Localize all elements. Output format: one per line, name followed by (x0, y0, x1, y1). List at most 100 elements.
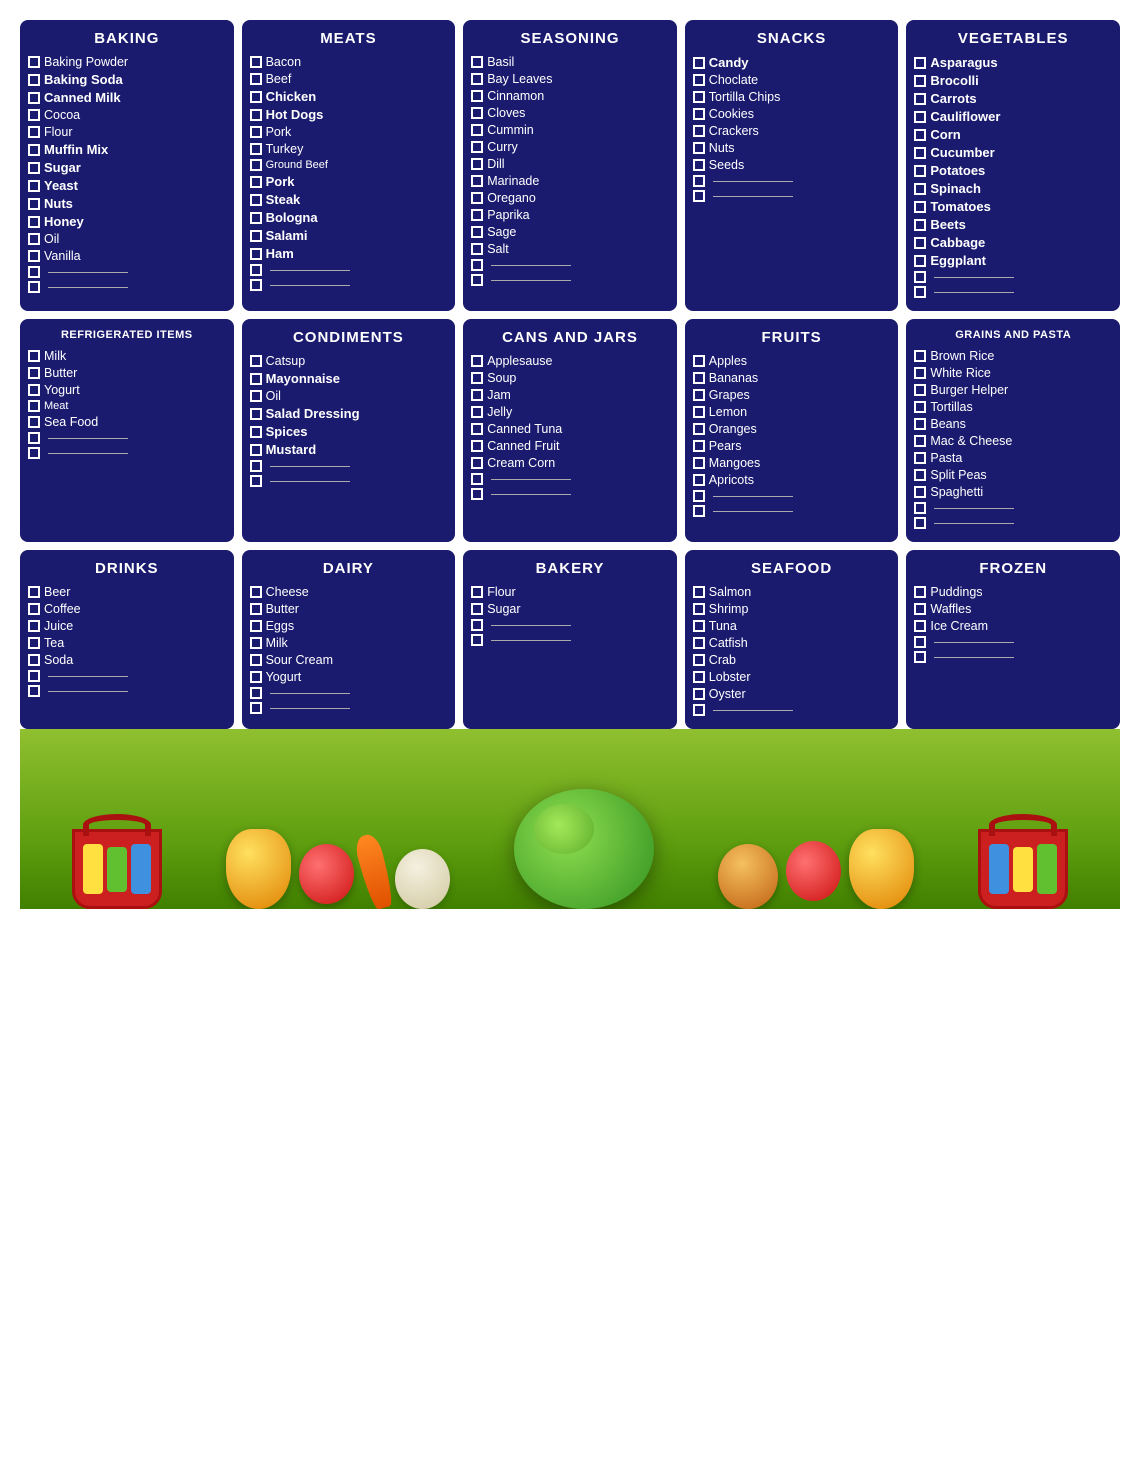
checkbox-icon[interactable] (914, 603, 926, 615)
list-item[interactable]: Paprika (471, 208, 669, 222)
checkbox-icon[interactable] (471, 603, 483, 615)
checkbox-icon[interactable] (28, 109, 40, 121)
list-item[interactable]: Tuna (693, 619, 891, 633)
list-item[interactable]: Tea (28, 636, 226, 650)
list-item[interactable]: Spices (250, 424, 448, 439)
list-item[interactable]: Mangoes (693, 456, 891, 470)
checkbox-icon[interactable] (914, 111, 926, 123)
list-item[interactable]: Sugar (28, 160, 226, 175)
checkbox-icon[interactable] (471, 192, 483, 204)
list-item[interactable]: Tomatoes (914, 199, 1112, 214)
checkbox-icon[interactable] (250, 586, 262, 598)
list-item[interactable]: Eggs (250, 619, 448, 633)
checkbox-icon[interactable] (250, 408, 262, 420)
checkbox-icon[interactable] (250, 460, 262, 472)
checkbox-icon[interactable] (250, 279, 262, 291)
checkbox-icon[interactable] (693, 704, 705, 716)
checkbox-icon[interactable] (914, 502, 926, 514)
list-item[interactable]: Applesause (471, 354, 669, 368)
list-item[interactable]: Jam (471, 388, 669, 402)
checkbox-icon[interactable] (914, 651, 926, 663)
checkbox-icon[interactable] (28, 603, 40, 615)
list-item[interactable]: Marinade (471, 174, 669, 188)
checkbox-icon[interactable] (250, 159, 262, 171)
list-item[interactable]: Canned Milk (28, 90, 226, 105)
checkbox-icon[interactable] (693, 654, 705, 666)
list-item[interactable]: Corn (914, 127, 1112, 142)
list-item[interactable]: Baking Soda (28, 72, 226, 87)
list-item[interactable]: Oil (28, 232, 226, 246)
checkbox-icon[interactable] (250, 212, 262, 224)
checkbox-icon[interactable] (250, 91, 262, 103)
list-item[interactable]: Flour (28, 125, 226, 139)
checkbox-icon[interactable] (693, 74, 705, 86)
checkbox-icon[interactable] (250, 126, 262, 138)
list-item[interactable]: Ham (250, 246, 448, 261)
list-item[interactable] (914, 286, 1112, 298)
list-item[interactable] (28, 432, 226, 444)
checkbox-icon[interactable] (28, 670, 40, 682)
checkbox-icon[interactable] (250, 654, 262, 666)
list-item[interactable]: Shrimp (693, 602, 891, 616)
list-item[interactable]: Muffin Mix (28, 142, 226, 157)
checkbox-icon[interactable] (914, 201, 926, 213)
checkbox-icon[interactable] (471, 175, 483, 187)
list-item[interactable]: Candy (693, 55, 891, 70)
list-item[interactable]: Yogurt (28, 383, 226, 397)
list-item[interactable]: Salami (250, 228, 448, 243)
checkbox-icon[interactable] (250, 56, 262, 68)
checkbox-icon[interactable] (914, 401, 926, 413)
list-item[interactable]: Curry (471, 140, 669, 154)
checkbox-icon[interactable] (471, 259, 483, 271)
list-item[interactable]: Beef (250, 72, 448, 86)
checkbox-icon[interactable] (250, 444, 262, 456)
list-item[interactable]: Sage (471, 225, 669, 239)
list-item[interactable]: Beer (28, 585, 226, 599)
checkbox-icon[interactable] (914, 636, 926, 648)
list-item[interactable]: Sugar (471, 602, 669, 616)
checkbox-icon[interactable] (250, 373, 262, 385)
checkbox-icon[interactable] (471, 243, 483, 255)
checkbox-icon[interactable] (471, 73, 483, 85)
list-item[interactable]: Beets (914, 217, 1112, 232)
list-item[interactable]: Mac & Cheese (914, 434, 1112, 448)
checkbox-icon[interactable] (28, 654, 40, 666)
checkbox-icon[interactable] (28, 447, 40, 459)
checkbox-icon[interactable] (471, 586, 483, 598)
checkbox-icon[interactable] (914, 384, 926, 396)
checkbox-icon[interactable] (914, 517, 926, 529)
checkbox-icon[interactable] (28, 180, 40, 192)
checkbox-icon[interactable] (471, 274, 483, 286)
checkbox-icon[interactable] (28, 350, 40, 362)
list-item[interactable]: Crab (693, 653, 891, 667)
checkbox-icon[interactable] (28, 620, 40, 632)
list-item[interactable]: Cookies (693, 107, 891, 121)
list-item[interactable]: Juice (28, 619, 226, 633)
list-item[interactable]: Nuts (28, 196, 226, 211)
checkbox-icon[interactable] (914, 93, 926, 105)
checkbox-icon[interactable] (693, 620, 705, 632)
checkbox-icon[interactable] (914, 183, 926, 195)
list-item[interactable] (250, 702, 448, 714)
list-item[interactable]: Apples (693, 354, 891, 368)
list-item[interactable]: Cummin (471, 123, 669, 137)
list-item[interactable] (693, 490, 891, 502)
checkbox-icon[interactable] (914, 469, 926, 481)
checkbox-icon[interactable] (28, 685, 40, 697)
list-item[interactable] (693, 175, 891, 187)
list-item[interactable]: Salmon (693, 585, 891, 599)
list-item[interactable]: Apricots (693, 473, 891, 487)
list-item[interactable]: Canned Fruit (471, 439, 669, 453)
checkbox-icon[interactable] (471, 473, 483, 485)
checkbox-icon[interactable] (693, 389, 705, 401)
list-item[interactable]: Waffles (914, 602, 1112, 616)
list-item[interactable]: Salad Dressing (250, 406, 448, 421)
list-item[interactable]: Asparagus (914, 55, 1112, 70)
list-item[interactable] (914, 517, 1112, 529)
checkbox-icon[interactable] (693, 406, 705, 418)
list-item[interactable]: Yeast (28, 178, 226, 193)
checkbox-icon[interactable] (693, 490, 705, 502)
checkbox-icon[interactable] (693, 91, 705, 103)
checkbox-icon[interactable] (693, 142, 705, 154)
list-item[interactable]: Yogurt (250, 670, 448, 684)
